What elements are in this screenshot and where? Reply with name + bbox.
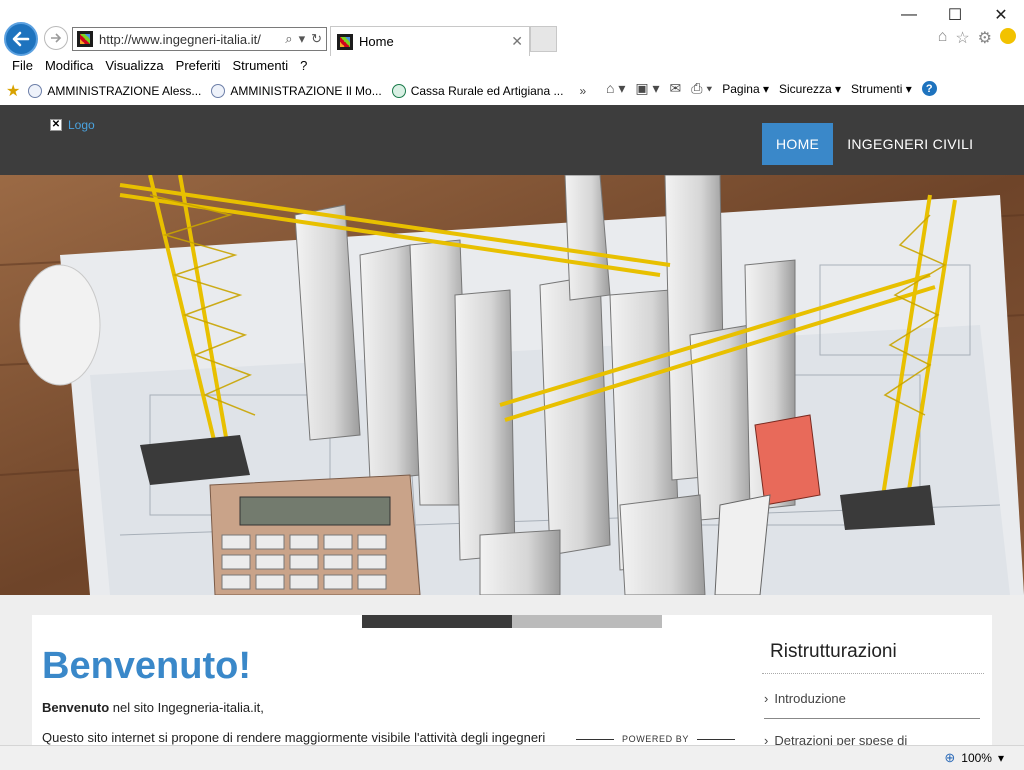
menu-strumenti[interactable]: Strumenti	[226, 56, 294, 76]
favorites-add-icon[interactable]: ★	[6, 81, 20, 101]
tab-close-icon[interactable]: ✕	[511, 33, 523, 50]
slider-indicator-2[interactable]	[512, 615, 662, 628]
nav-ingegneri-civili[interactable]: INGEGNERI CIVILI	[833, 123, 987, 165]
arrow-right-icon	[51, 33, 62, 43]
security-menu[interactable]: Sicurezza ▾	[779, 82, 841, 96]
menu-file[interactable]: File	[6, 56, 39, 76]
print-icon[interactable]: ⎙ ▾	[691, 80, 712, 97]
divider	[697, 738, 736, 740]
calculator	[209, 474, 421, 595]
tab-home[interactable]: Home ✕	[330, 26, 530, 56]
site-logo[interactable]: ✕ Logo	[50, 118, 95, 132]
feedback-smiley-icon[interactable]	[1000, 28, 1016, 44]
site-header: ✕ Logo HOME INGEGNERI CIVILI	[0, 105, 1024, 175]
main-nav: HOME INGEGNERI CIVILI	[762, 123, 987, 165]
rss-feed-icon[interactable]: ▣ ▾	[635, 80, 659, 97]
arrow-left-icon	[12, 31, 30, 47]
broken-image-icon: ✕	[50, 119, 62, 131]
zoom-icon: ⊕	[944, 750, 956, 765]
logo-alt-text: Logo	[68, 118, 95, 132]
menu-preferiti[interactable]: Preferiti	[170, 56, 227, 76]
divider	[576, 738, 614, 740]
zoom-control[interactable]: ⊕ 100% ▾	[944, 750, 1004, 766]
menu-help[interactable]: ?	[294, 56, 313, 76]
favorite-link-label: AMMINISTRAZIONE Aless...	[47, 84, 202, 98]
sidebar-link-introduzione[interactable]: › Introduzione	[764, 691, 846, 706]
bank-icon	[391, 84, 406, 98]
chevron-down-icon: ▾	[997, 751, 1004, 765]
mail-icon[interactable]: ✉	[670, 80, 682, 97]
refresh-icon[interactable]: ↻	[311, 31, 322, 47]
forward-button[interactable]	[44, 26, 68, 50]
slider-indicator-1[interactable]	[362, 615, 512, 628]
powered-by-badge: POWERED BY	[576, 734, 736, 744]
page-title: Benvenuto!	[42, 645, 251, 687]
favorite-link[interactable]: Cassa Rurale ed Artigiana ...	[391, 84, 564, 98]
favorites-star-icon[interactable]: ☆	[955, 28, 969, 48]
url-text: http://www.ingegneri-italia.it/	[99, 31, 261, 47]
address-row: http://www.ingegneri-italia.it/ ⌕ ▾ ↻ Ho…	[0, 20, 1024, 56]
sidebar-link-label: Introduzione	[774, 691, 846, 706]
sidebar-divider	[762, 673, 984, 674]
home-icon[interactable]: ⌂	[938, 28, 948, 48]
address-bar[interactable]: http://www.ingegneri-italia.it/ ⌕ ▾ ↻	[72, 27, 327, 51]
favorite-link[interactable]: AMMINISTRAZIONE Il Mo...	[211, 84, 382, 98]
globe-icon	[211, 84, 226, 98]
powered-by-text: POWERED BY	[622, 734, 690, 744]
tab-favicon-icon	[337, 33, 353, 50]
zoom-level: 100%	[961, 751, 992, 765]
construction-scene-illustration	[0, 175, 1024, 595]
hero-image	[0, 175, 1024, 595]
search-icon[interactable]: ⌕	[285, 31, 292, 47]
page-menu[interactable]: Pagina ▾	[722, 82, 769, 96]
status-bar: ⊕ 100% ▾	[0, 745, 1024, 770]
nav-home[interactable]: HOME	[762, 123, 834, 165]
favorite-link-label: AMMINISTRAZIONE Il Mo...	[230, 84, 382, 98]
sidebar-divider	[764, 718, 980, 719]
globe-icon	[28, 84, 43, 98]
more-favorites-chevron-icon[interactable]: »	[579, 84, 586, 98]
site-favicon-icon	[77, 31, 93, 47]
menu-bar: File Modifica Visualizza Preferiti Strum…	[0, 56, 1024, 76]
back-button[interactable]	[4, 22, 38, 56]
new-tab-button[interactable]	[530, 26, 557, 52]
tab-title: Home	[359, 34, 394, 49]
intro-text: Benvenuto nel sito Ingegneria-italia.it,	[42, 700, 264, 715]
browser-right-icons: ⌂ ☆ ⚙	[938, 28, 1016, 48]
favorite-link-label: Cassa Rurale ed Artigiana ...	[410, 84, 564, 98]
command-bar: ⌂ ▾ ▣ ▾ ✉ ⎙ ▾ Pagina ▾ Sicurezza ▾ Strum…	[606, 80, 937, 97]
intro-bold-text: Benvenuto	[42, 700, 110, 715]
chevron-right-icon: ›	[764, 691, 769, 706]
gear-icon[interactable]: ⚙	[978, 28, 992, 48]
intro-rest-text: nel sito Ingegneria-italia.it,	[109, 700, 264, 715]
tools-menu[interactable]: Strumenti ▾	[851, 82, 912, 96]
browser-chrome: — ☐ ✕ http://www.ingegneri-italia.it/ ⌕ …	[0, 0, 1024, 105]
dropdown-icon[interactable]: ▾	[299, 31, 306, 47]
menu-modifica[interactable]: Modifica	[39, 56, 99, 76]
help-icon[interactable]: ?	[921, 81, 937, 96]
sidebar-title: Ristrutturazioni	[770, 641, 897, 662]
menu-visualizza[interactable]: Visualizza	[99, 56, 169, 76]
description-paragraph: Questo sito internet si propone di rende…	[42, 730, 546, 745]
hero-slider-indicators	[362, 615, 662, 628]
favorite-link[interactable]: AMMINISTRAZIONE Aless...	[28, 84, 201, 98]
home-icon[interactable]: ⌂ ▾	[606, 80, 625, 97]
